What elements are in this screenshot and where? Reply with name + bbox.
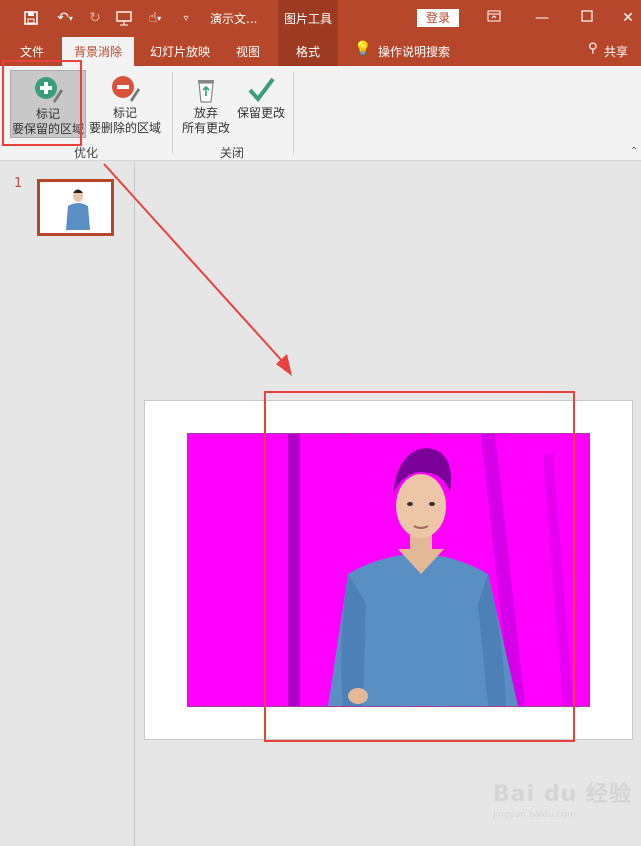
baidu-jingyan-watermark: Bai du 经验 jingyan.baidu.com xyxy=(493,776,633,832)
watermark-logo: Bai du 经验 xyxy=(493,782,632,807)
annotation-arrow xyxy=(103,163,292,376)
watermark-url: jingyan.baidu.com xyxy=(493,810,577,820)
